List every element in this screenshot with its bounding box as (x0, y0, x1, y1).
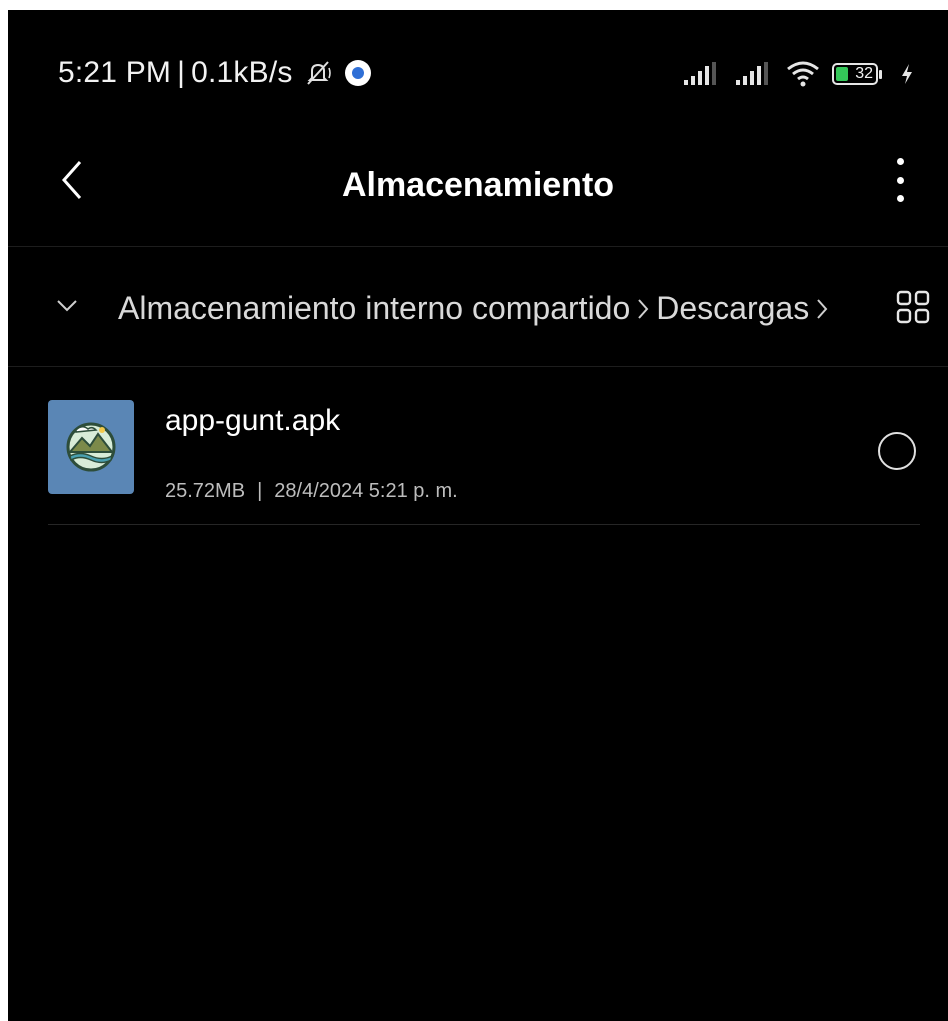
signal-icon (684, 62, 716, 85)
charging-icon (902, 64, 912, 84)
status-bar: 5:21 PM | 0.1kB/s 32 (8, 10, 948, 120)
file-date: 28/4/2024 5:21 p. m. (274, 480, 458, 502)
battery-level: 32 (855, 65, 873, 82)
file-list: app-gunt.apk 25.72MB | 28/4/2024 5:21 p.… (48, 382, 920, 525)
network-speed: 0.1kB/s (191, 56, 293, 89)
chevron-right-icon (817, 298, 828, 319)
status-separator: | (177, 56, 186, 89)
page-title: Almacenamiento (341, 166, 615, 204)
file-size: 25.72MB (165, 480, 246, 502)
file-manager-screen: 5:21 PM | 0.1kB/s 32 Almacenamiento Alma… (8, 10, 948, 1021)
status-time: 5:21 PM (58, 56, 172, 89)
select-checkbox[interactable] (878, 432, 916, 470)
battery-fill (836, 67, 848, 81)
app-notification-icon (344, 60, 371, 86)
status-left: 5:21 PM | 0.1kB/s (58, 56, 371, 90)
more-options-button[interactable] (888, 158, 912, 202)
breadcrumb: Almacenamiento interno compartido Descar… (118, 290, 835, 327)
breadcrumb-row: Almacenamiento interno compartido Descar… (8, 250, 948, 367)
grid-view-icon[interactable] (896, 290, 930, 324)
signal-icon (736, 62, 768, 85)
chevron-right-icon (638, 298, 649, 319)
status-right: 32 (682, 60, 914, 88)
title-bar: Almacenamiento (8, 130, 948, 247)
meta-separator: | (257, 480, 263, 502)
file-meta: 25.72MB | 28/4/2024 5:21 p. m. (165, 480, 458, 503)
notifications-muted-icon (306, 61, 331, 85)
breadcrumb-item-downloads[interactable]: Descargas (656, 290, 809, 327)
battery-icon: 32 (832, 63, 882, 85)
apk-app-icon (48, 400, 134, 494)
chevron-down-icon[interactable] (56, 298, 78, 314)
breadcrumb-item-internal-storage[interactable]: Almacenamiento interno compartido (118, 290, 630, 327)
file-list-item[interactable]: app-gunt.apk 25.72MB | 28/4/2024 5:21 p.… (48, 382, 920, 525)
wifi-icon (787, 61, 819, 87)
file-name: app-gunt.apk (165, 404, 341, 437)
